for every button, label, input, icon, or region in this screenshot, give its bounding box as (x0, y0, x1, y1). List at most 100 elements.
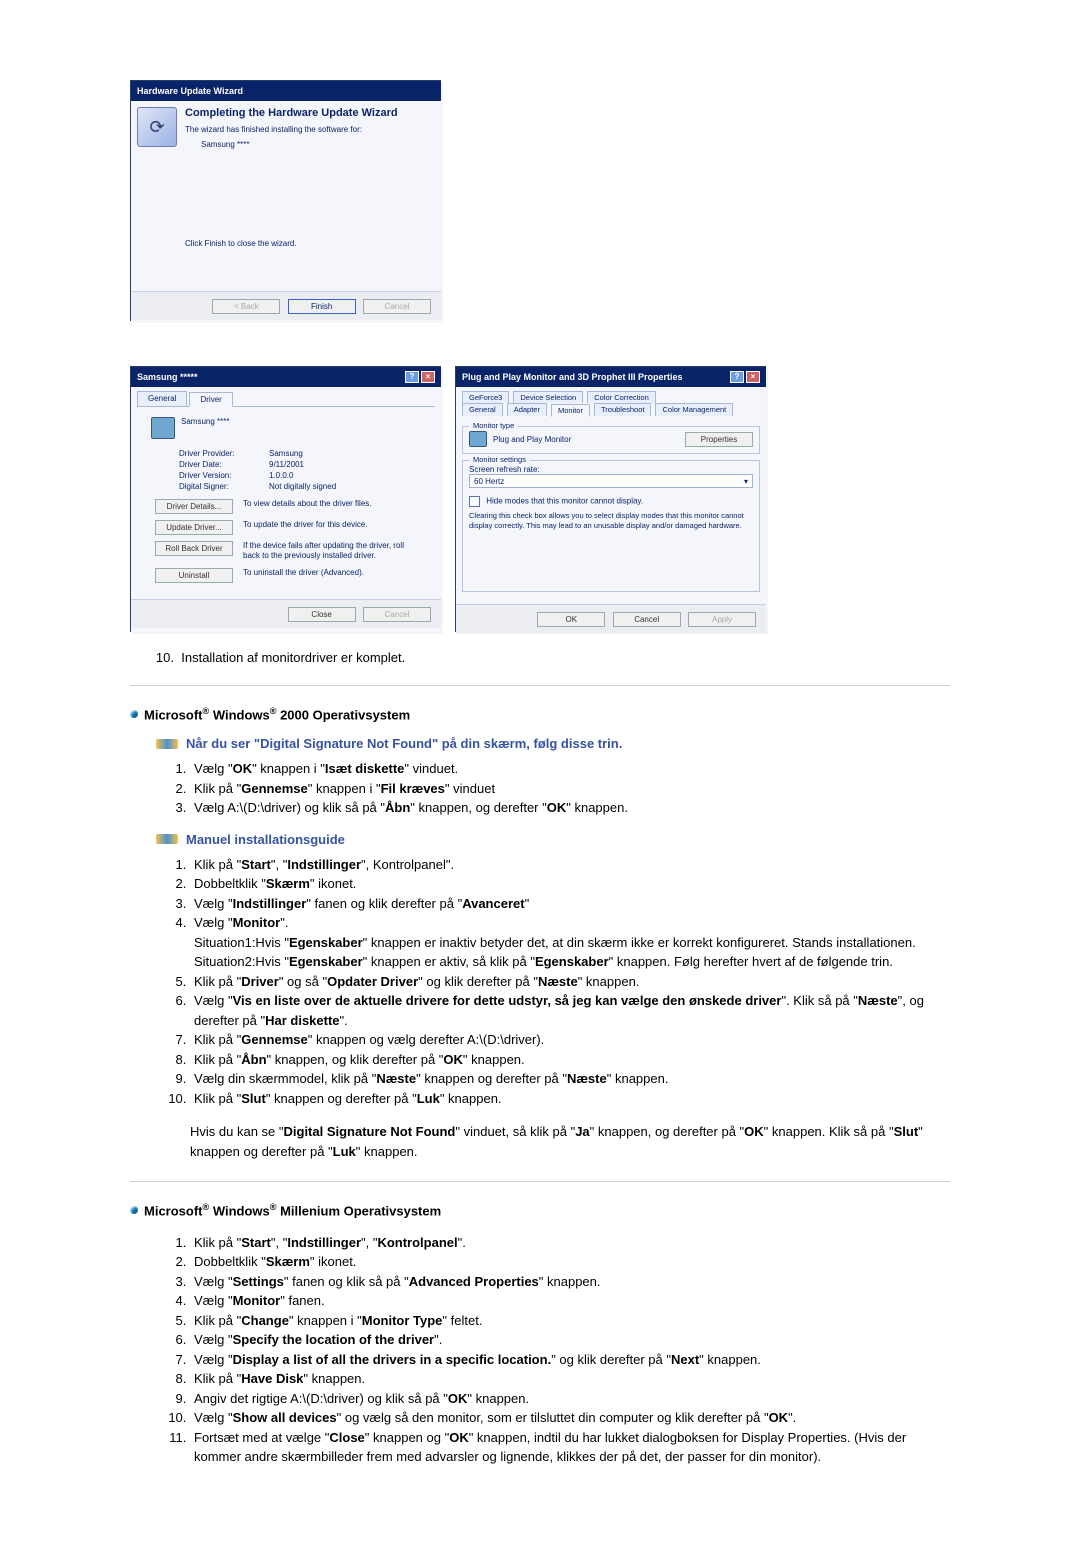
list-item: Klik på "Start", "Indstillinger", Kontro… (190, 855, 950, 875)
wizard-heading: Completing the Hardware Update Wizard (185, 107, 398, 119)
label-provider: Driver Provider: (179, 449, 269, 458)
separator (130, 685, 950, 686)
tab-troubleshoot[interactable]: Troubleshoot (594, 403, 652, 416)
tab-color-management[interactable]: Color Management (655, 403, 733, 416)
list-item: Vælg "Monitor" fanen. (190, 1291, 950, 1311)
tab-adapter[interactable]: Adapter (507, 403, 547, 416)
refresh-rate-value: 60 Hertz (474, 477, 504, 486)
driver-cancel-button[interactable]: Cancel (363, 607, 431, 622)
tab-monitor[interactable]: Monitor (551, 404, 590, 417)
bullet-icon (130, 710, 138, 718)
separator (130, 1181, 950, 1182)
tab-geforce[interactable]: GeForce3 (462, 391, 509, 403)
monitor-type-legend: Monitor type (469, 421, 518, 430)
list-item: Vælg "Display a list of all the drivers … (190, 1350, 950, 1370)
wizard-title: Hardware Update Wizard (137, 86, 243, 96)
winme-title: Microsoft® Windows® Millenium Operativsy… (144, 1202, 441, 1218)
driver-title: Samsung ***** (137, 372, 198, 382)
list-item: Vælg A:\(D:\driver) og klik så på "Åbn" … (190, 798, 950, 818)
update-driver-desc: To update the driver for this device. (243, 520, 421, 530)
prop-titlebar: Plug and Play Monitor and 3D Prophet III… (456, 367, 766, 387)
situation2: Situation2:Hvis "Egenskaber" knappen er … (194, 952, 950, 972)
label-version: Driver Version: (179, 471, 269, 480)
monitor-name: Plug and Play Monitor (493, 435, 571, 444)
tab-color-correction[interactable]: Color Correction (587, 391, 656, 403)
list-item: Fortsæt med at vælge "Close" knappen og … (190, 1428, 950, 1467)
wizard-line2: Click Finish to close the wizard. (185, 239, 398, 248)
value-signer: Not digitally signed (269, 482, 336, 491)
wizard-cancel-button[interactable]: Cancel (363, 299, 431, 314)
subhead-marker-icon (156, 834, 178, 844)
chevron-down-icon: ▾ (744, 477, 748, 486)
hide-modes-label: Hide modes that this monitor cannot disp… (486, 497, 643, 506)
situation1: Situation1:Hvis "Egenskaber" knappen er … (194, 933, 950, 953)
list-item: Vælg "Monitor". Situation1:Hvis "Egenska… (190, 913, 950, 972)
close-icon[interactable]: × (746, 371, 760, 383)
list-item: Dobbeltklik "Skærm" ikonet. (190, 1252, 950, 1272)
update-driver-button[interactable]: Update Driver... (155, 520, 233, 535)
section-winme: Microsoft® Windows® Millenium Operativsy… (130, 1202, 950, 1218)
subhead-marker-icon (156, 739, 178, 749)
list-item: Vælg "Indstillinger" fanen og klik deref… (190, 894, 950, 914)
label-signer: Digital Signer: (179, 482, 269, 491)
list-item: Vælg "Show all devices" og vælg så den m… (190, 1408, 950, 1428)
driver-close-button[interactable]: Close (288, 607, 356, 622)
list-item: Klik på "Driver" og så "Opdater Driver" … (190, 972, 950, 992)
value-provider: Samsung (269, 449, 303, 458)
list-item: Dobbeltklik "Skærm" ikonet. (190, 874, 950, 894)
step-10: 10. Installation af monitordriver er kom… (150, 650, 950, 665)
help-icon[interactable]: ? (730, 371, 744, 383)
rollback-driver-desc: If the device fails after updating the d… (243, 541, 421, 562)
monitor-icon (469, 431, 487, 447)
rollback-driver-button[interactable]: Roll Back Driver (155, 541, 233, 556)
hide-modes-checkbox[interactable] (469, 496, 480, 507)
label-date: Driver Date: (179, 460, 269, 469)
wizard-finish-button[interactable]: Finish (288, 299, 356, 314)
wizard-titlebar: Hardware Update Wizard (131, 81, 441, 101)
list-item: Vælg "OK" knappen i "Isæt diskette" vind… (190, 759, 950, 779)
refresh-rate-label: Screen refresh rate: (469, 465, 753, 474)
apply-button[interactable]: Apply (688, 612, 756, 627)
help-icon[interactable]: ? (405, 371, 419, 383)
win2000-title: Microsoft® Windows® 2000 Operativsystem (144, 706, 410, 722)
driver-titlebar: Samsung ***** ?× (131, 367, 441, 387)
monitor-settings-legend: Monitor settings (469, 455, 530, 464)
driver-device: Samsung **** (181, 417, 229, 426)
list-item: Vælg "Vis en liste over de aktuelle driv… (190, 991, 950, 1030)
driver-details-button[interactable]: Driver Details... (155, 499, 233, 514)
monitor-icon (151, 417, 175, 439)
wizard-text: Completing the Hardware Update Wizard Th… (185, 107, 398, 285)
list-item: Angiv det rigtige A:\(D:\driver) og klik… (190, 1389, 950, 1409)
list-item: Klik på "Gennemse" knappen i "Fil kræves… (190, 779, 950, 799)
window-buttons: ?× (730, 371, 760, 383)
wizard-line1: The wizard has finished installing the s… (185, 125, 398, 134)
tab-general2[interactable]: General (462, 403, 503, 416)
monitor-properties-button[interactable]: Properties (685, 432, 753, 447)
uninstall-desc: To uninstall the driver (Advanced). (243, 568, 421, 578)
list-item: Klik på "Slut" knappen og derefter på "L… (190, 1089, 950, 1109)
ok-button[interactable]: OK (537, 612, 605, 627)
tab-driver[interactable]: Driver (189, 392, 232, 407)
list-item: Klik på "Start", "Indstillinger", "Kontr… (190, 1233, 950, 1253)
value-date: 9/11/2001 (269, 460, 304, 469)
wizard-back-button[interactable]: < Back (212, 299, 280, 314)
bullet-icon (130, 1206, 138, 1214)
refresh-rate-select[interactable]: 60 Hertz ▾ (469, 474, 753, 488)
window-buttons: ?× (405, 371, 435, 383)
cancel-button[interactable]: Cancel (613, 612, 681, 627)
list-item: Klik på "Have Disk" knappen. (190, 1369, 950, 1389)
close-icon[interactable]: × (421, 371, 435, 383)
hide-modes-note: Clearing this check box allows you to se… (469, 511, 753, 531)
screenshot-hardware-wizard: Hardware Update Wizard ⟳ Completing the … (130, 80, 441, 321)
win2000-sub2: Manuel installationsguide (156, 832, 950, 847)
win2000-list2: Klik på "Start", "Indstillinger", Kontro… (170, 855, 950, 1109)
tab-general[interactable]: General (137, 391, 187, 406)
tab-device-selection[interactable]: Device Selection (513, 391, 583, 403)
wizard-device: Samsung **** (201, 140, 398, 149)
uninstall-button[interactable]: Uninstall (155, 568, 233, 583)
screenshot-monitor-properties: Plug and Play Monitor and 3D Prophet III… (455, 366, 766, 632)
section-win2000: Microsoft® Windows® 2000 Operativsystem (130, 706, 950, 722)
win2000-sub1: Når du ser "Digital Signature Not Found"… (156, 736, 950, 751)
driver-details-desc: To view details about the driver files. (243, 499, 421, 509)
list-item: Vælg din skærmmodel, klik på "Næste" kna… (190, 1069, 950, 1089)
